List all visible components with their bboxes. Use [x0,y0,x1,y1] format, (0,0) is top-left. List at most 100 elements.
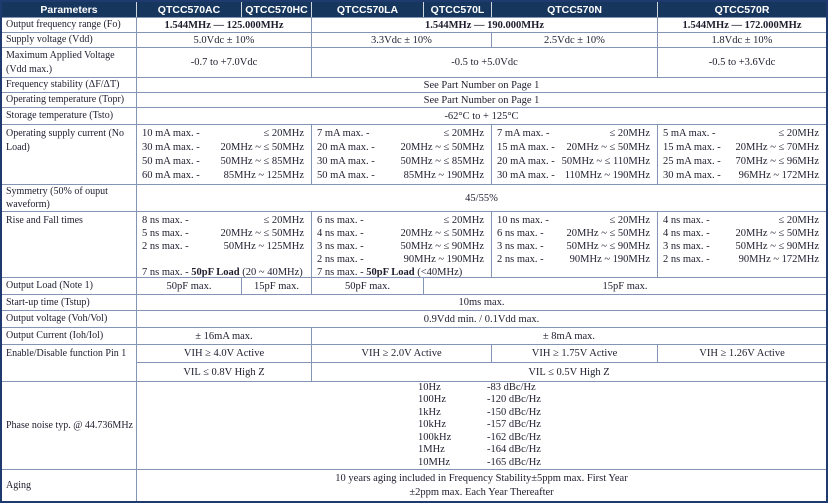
range-frequency: 85MHz ~ 190MHz [404,169,484,183]
cell-rise-fall-times: 6 ns max. -≤ 20MHz4 ns max. -20MHz ~ ≤ 5… [312,212,492,277]
value-text: -0.7 to +7.0Vdc [137,57,311,68]
param-label: Output frequency range (Fo) [2,18,137,32]
value-text: 15pF max. [424,281,826,292]
cell-operating-supply-current: 10 mA max. -≤ 20MHz30 mA max. -20MHz ~ ≤… [137,125,312,184]
row-symmetry: Symmetry (50% of ouput waveform)45/55% [2,185,826,212]
param-label: Maximum Applied Voltage (Vdd max.) [2,48,137,77]
range-limit: 2 ns max. - [142,240,189,253]
cell-output-voltage: 0.9Vdd min. / 0.1Vdd max. [137,311,826,327]
cell-aging: 10 years aging included in Frequency Sta… [137,470,826,501]
value-text: 3.3Vdc ± 10% [312,35,491,46]
param-label: Frequency stability (ΔF/ΔT) [2,78,137,92]
value-text: VIL ≤ 0.5V High Z [312,367,826,378]
param-label: Phase noise typ. @ 44.736MHz [2,382,137,469]
row-values: 10Hz-83 dBc/Hz100Hz-120 dBc/Hz1kHz-150 d… [137,382,826,469]
phase-noise-line: 1MHz-164 dBc/Hz [137,444,826,457]
row-values: -0.7 to +7.0Vdc-0.5 to +5.0Vdc-0.5 to +3… [137,48,826,77]
param-label: Start-up time (Tstup) [2,295,137,310]
range-frequency: 20MHz ~ ≤ 50MHz [567,141,650,155]
value-range-line: 50 mA max. -50MHz ~ ≤ 85MHz [137,155,311,169]
cell-output-frequency-range: 1.544MHz — 190.000MHz [312,18,658,32]
value-range-line: 15 mA max. -20MHz ~ ≤ 70MHz [658,141,826,155]
row-values: ± 16mA max.± 8mA max. [137,328,826,344]
value-range-line: 10 mA max. -≤ 20MHz [137,127,311,141]
row-values: 50pF max.15pF max.50pF max.15pF max. [137,278,826,294]
value-text: -0.5 to +3.6Vdc [658,57,826,68]
value-range-line: 30 mA max. -50MHz ~ ≤ 85MHz [312,155,491,169]
range-frequency: 20MHz ~ ≤ 50MHz [567,227,650,240]
range-frequency: ≤ 20MHz [610,127,650,141]
value-text: See Part Number on Page 1 [137,80,826,91]
param-label: Output Load (Note 1) [2,278,137,294]
value-range-line: 2 ns max. -90MHz ~ 190MHz [312,253,491,266]
range-frequency: 85MHz ~ 125MHz [224,169,304,183]
row-values: See Part Number on Page 1 [137,93,826,107]
column-header-model: QTCC570AC [137,2,242,17]
range-limit: 3 ns max. - [497,240,544,253]
range-frequency: 50MHz ~ ≤ 110MHz [562,155,650,169]
value-range-line: 60 mA max. - 85MHz ~ 125MHz [137,169,311,183]
load-text: 7 ns max. - [142,267,191,277]
range-limit: 4 ns max. - [663,214,710,227]
value-range-line: 2 ns max. -90MHz ~ 172MHz [658,253,826,266]
row-output-frequency-range: Output frequency range (Fo)1.544MHz — 12… [2,18,826,33]
value-text: 45/55% [137,193,826,204]
value-range-line: 5 ns max. -20MHz ~ ≤ 50MHz [137,227,311,240]
cell-rise-fall-times: 4 ns max. -≤ 20MHz4 ns max. - 20MHz ~ ≤ 5… [658,212,826,277]
range-limit: 60 mA max. - [142,169,200,183]
phase-noise-value: -83 dBc/Hz [487,382,536,393]
row-values: 1.544MHz — 125.000MHz1.544MHz — 190.000M… [137,18,826,32]
row-start-up-time: Start-up time (Tstup)10ms max. [2,295,826,311]
phase-noise-offset: 1kHz [418,407,487,420]
range-frequency: 20MHz ~ ≤ 50MHz [221,227,304,240]
cell-operating-supply-current: 7 mA max. -≤ 20MHz15 mA max. -20MHz ~ ≤ … [492,125,658,184]
cell-phase-noise: 10Hz-83 dBc/Hz100Hz-120 dBc/Hz1kHz-150 d… [137,382,826,469]
value-range-line: 3 ns max. -50MHz ~ ≤ 90MHz [492,240,657,253]
phase-noise-value: -165 dBc/Hz [487,457,541,468]
cell-max-applied-voltage: -0.5 to +3.6Vdc [658,48,826,77]
value-range-line: 20 mA max. -50MHz ~ ≤ 110MHz [492,155,657,169]
range-limit: 3 ns max. - [663,240,710,253]
value-range-line: 7 mA max. -≤ 20MHz [492,127,657,141]
value-text: 1.544MHz — 172.000MHz [658,20,826,31]
value-range-line: 4 ns max. -≤ 20MHz [658,214,826,227]
value-range-line: 2 ns max. -90MHz ~ 190MHz [492,253,657,266]
range-limit: 6 ns max. - [497,227,544,240]
range-limit: 10 ns max. - [497,214,549,227]
value-text: 15pF max. [242,281,311,292]
value-text: VIH ≥ 1.26V Active [658,348,826,359]
value-range-line: 30 mA max. -20MHz ~ ≤ 50MHz [137,141,311,155]
phase-noise-line: 1kHz-150 dBc/Hz [137,407,826,420]
value-text: VIL ≤ 0.8V High Z [137,367,311,378]
cell-output-load: 50pF max. [312,278,424,294]
cell-enable-disable-pin1: VIH ≥ 1.26V Active [658,345,826,362]
value-range-line: 3 ns max. - 50MHz ~ ≤ 90MHz [658,240,826,253]
value-text: 1.8Vdc ± 10% [658,35,826,46]
phase-noise-offset: 100Hz [418,394,487,407]
row-phase-noise: Phase noise typ. @ 44.736MHz10Hz-83 dBc/… [2,382,826,470]
range-limit: 10 mA max. - [142,127,200,141]
range-frequency: ≤ 20MHz [444,214,484,227]
row-values: See Part Number on Page 1 [137,78,826,92]
range-frequency: 96MHz ~ 172MHz [739,169,819,183]
range-frequency: 20MHz ~ ≤ 50MHz [736,227,819,240]
column-header-model: QTCC570R [658,2,826,17]
value-range-line: 50 mA max. -85MHz ~ 190MHz [312,169,491,183]
range-frequency: 90MHz ~ 190MHz [570,253,650,266]
column-header-parameters: Parameters [2,2,137,17]
phase-noise-offset: 10MHz [418,457,487,469]
value-range-line: 6 ns max. -≤ 20MHz [312,214,491,227]
phase-noise-value: -162 dBc/Hz [487,432,541,443]
range-frequency: 90MHz ~ 172MHz [739,253,819,266]
cell-operating-supply-current: 5 mA max. -≤ 20MHz15 mA max. -20MHz ~ ≤ … [658,125,826,184]
column-header-model: QTCC570LA [312,2,424,17]
row-output-voltage: Output voltage (Voh/Vol)0.9Vdd min. / 0.… [2,311,826,328]
phase-noise-value: -164 dBc/Hz [487,444,541,455]
range-limit: 25 mA max. - [663,155,721,169]
value-range-line: 4 ns max. -20MHz ~ ≤ 50MHz [312,227,491,240]
phase-noise-offset: 10Hz [418,382,487,394]
cell-output-frequency-range: 1.544MHz — 172.000MHz [658,18,826,32]
column-header-model: QTCC570L [424,2,492,17]
range-frequency: 50MHz ~ ≤ 90MHz [736,240,819,253]
range-frequency: 20MHz ~ ≤ 50MHz [401,227,484,240]
